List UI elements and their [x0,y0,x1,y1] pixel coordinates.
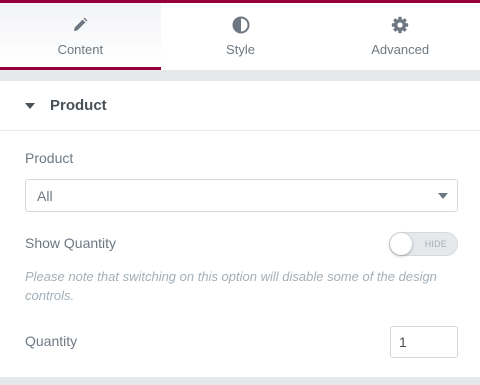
quantity-input[interactable]: 1 [390,326,458,358]
panel-gap [0,70,480,81]
tab-advanced-label: Advanced [371,42,430,57]
dropdown-arrow-icon [438,193,448,199]
gear-icon [391,15,409,35]
section-title: Product [50,97,107,114]
quantity-value: 1 [399,334,407,350]
quantity-label: Quantity [25,333,78,349]
panel-bottom-bar [0,377,480,385]
pencil-icon [71,15,89,35]
tab-style-label: Style [226,42,255,57]
show-quantity-label: Show Quantity [25,235,117,251]
toggle-state-text: HIDE [424,239,447,249]
panel-tabs: Content Style Advanced [0,3,480,70]
tab-content[interactable]: Content [0,3,161,70]
tab-style[interactable]: Style [161,3,321,70]
product-select[interactable]: All [25,179,458,212]
caret-down-icon [25,102,35,109]
tab-content-label: Content [57,42,104,57]
toggle-knob [390,233,412,255]
show-quantity-toggle[interactable]: HIDE [389,232,458,256]
product-label: Product [25,150,74,166]
product-select-value: All [37,187,53,204]
tab-advanced[interactable]: Advanced [320,3,480,70]
section-header-product[interactable]: Product [0,81,480,131]
settings-panel: Product Product All Show Quantity HIDE P… [0,81,480,377]
half-circle-icon [232,15,250,35]
info-note: Please note that switching on this optio… [25,269,437,303]
